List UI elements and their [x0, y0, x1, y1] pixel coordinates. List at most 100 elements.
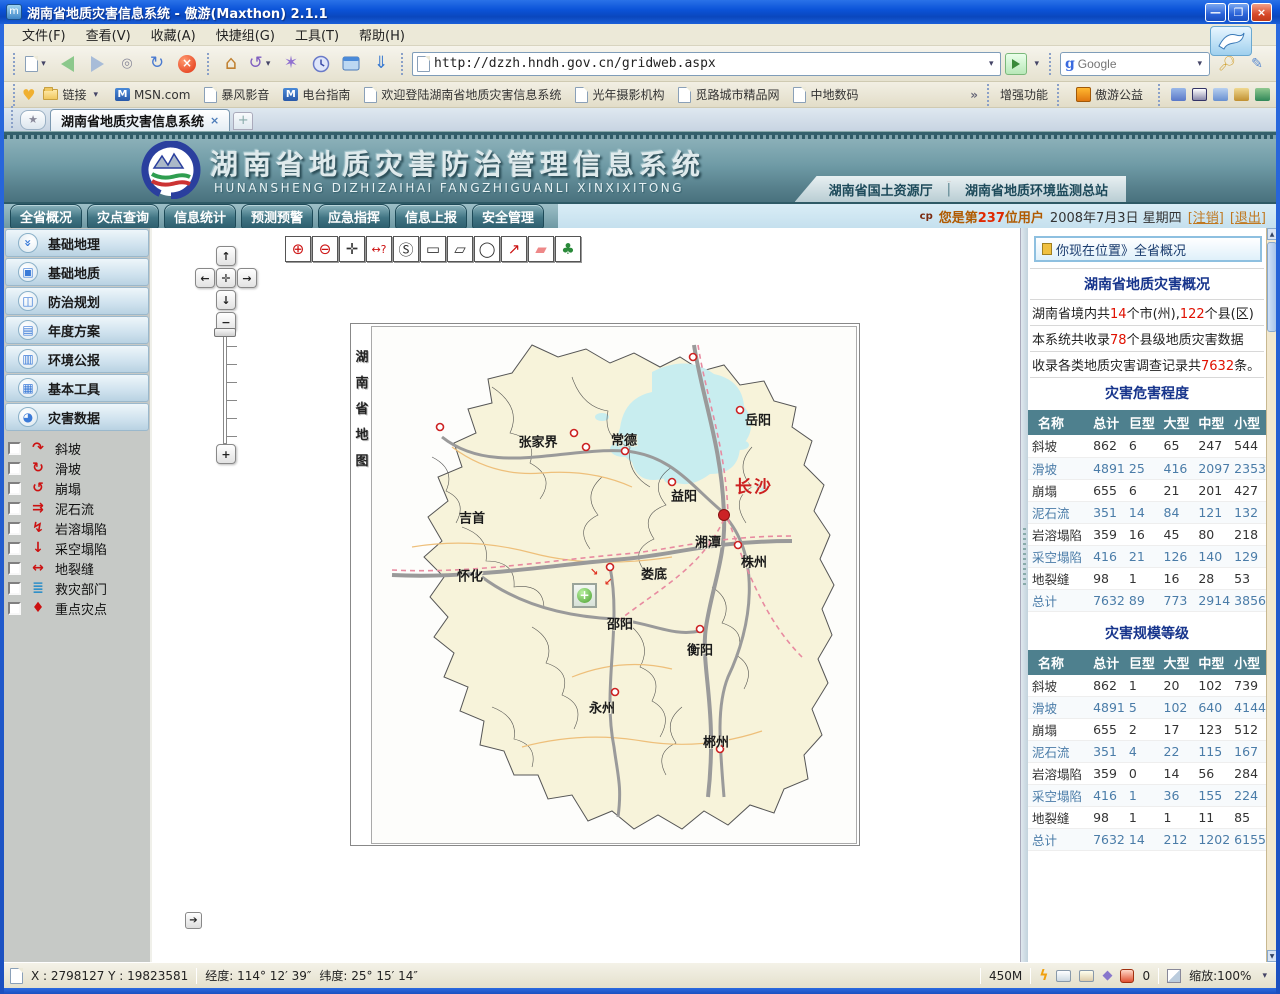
pan-down-button[interactable]: ↓ — [216, 290, 236, 310]
proxy-icon[interactable] — [1056, 970, 1071, 982]
sidebar-item-annual-plan[interactable]: ▤年度方案 — [5, 316, 149, 344]
map-canvas[interactable]: 张家界 吉首 常德 岳阳 益阳 长沙 湘潭 株州 娄底 怀化 邵阳 衡阳 永州 … — [371, 326, 857, 844]
zoom-slider-track[interactable] — [223, 332, 227, 444]
title-bar[interactable]: m 湖南省地质灾害信息系统 - 傲游(Maxthon) 2.1.1 — ❐ × — [0, 0, 1280, 24]
link-msn[interactable]: MMSN.com — [109, 86, 196, 104]
zoom-dropdown-icon[interactable]: ▾ — [1259, 971, 1270, 981]
map-zoom-out-button[interactable]: ⊖ — [312, 236, 338, 262]
link-geo-environment-station[interactable]: 湖南省地质环境监测总站 — [965, 180, 1108, 199]
restore-button[interactable]: ❐ — [1228, 3, 1249, 22]
exit-link[interactable]: [退出] — [1230, 207, 1266, 226]
map-zoom-in-button[interactable]: ⊕ — [285, 236, 311, 262]
overflow-chevron[interactable]: » — [970, 88, 978, 102]
nav-tab[interactable]: 安全管理 — [472, 204, 544, 229]
plus-features-link[interactable]: 增强功能 — [1000, 86, 1048, 103]
map-eraser-button[interactable]: ▰ — [528, 236, 554, 262]
menu-item[interactable]: 快捷组(G) — [206, 23, 285, 46]
link-baofeng[interactable]: 暴风影音 — [198, 84, 275, 105]
page-scrollbar[interactable]: ▲ ▼ — [1266, 228, 1276, 962]
boost-icon[interactable]: ϟ — [1039, 968, 1048, 984]
history-dropdown-button[interactable]: ◎ — [114, 51, 140, 77]
go-button[interactable] — [1005, 53, 1027, 75]
menu-item[interactable]: 工具(T) — [285, 23, 349, 46]
linksbar-grip[interactable] — [13, 84, 17, 106]
charity-link[interactable]: 傲游公益 — [1070, 84, 1149, 105]
map-select-circle-button[interactable]: ◯ — [474, 236, 500, 262]
link-zhongdi[interactable]: 中地数码 — [787, 84, 864, 105]
zoom-slider-handle[interactable] — [214, 328, 236, 337]
layer-checkbox[interactable] — [8, 522, 21, 535]
layer-checkbox[interactable] — [8, 462, 21, 475]
sidebar-item-environment-bulletin[interactable]: ▥环境公报 — [5, 345, 149, 373]
menu-item[interactable]: 收藏(A) — [141, 23, 206, 46]
map-select-polygon-button[interactable]: ▱ — [447, 236, 473, 262]
zoom-in-step-button[interactable]: + — [216, 444, 236, 464]
zoom-level[interactable]: 缩放:100% — [1189, 967, 1251, 984]
brush-icon[interactable] — [1234, 88, 1249, 101]
link-photo[interactable]: 光年摄影机构 — [569, 84, 670, 105]
go-options-icon[interactable]: ▾ — [1031, 59, 1042, 69]
minimize-button[interactable]: — — [1205, 3, 1226, 22]
resize-icon[interactable] — [1167, 969, 1181, 983]
address-dropdown-icon[interactable]: ▾ — [986, 59, 997, 69]
active-tab[interactable]: 湖南省地质灾害信息系统 × — [50, 109, 230, 131]
link-radio[interactable]: M电台指南 — [277, 84, 356, 105]
nav-tab[interactable]: 信息上报 — [395, 204, 467, 229]
toolbar-grip[interactable] — [13, 53, 17, 75]
refresh-button[interactable]: ↻ — [144, 51, 170, 77]
sidebar-item-base-geology[interactable]: ▣基础地质 — [5, 258, 149, 286]
layer-checkbox[interactable] — [8, 602, 21, 615]
map-select-rect-button[interactable]: ▭ — [420, 236, 446, 262]
maxthon-bird-logo[interactable] — [1210, 26, 1252, 56]
layer-checkbox[interactable] — [8, 582, 21, 595]
globe-icon[interactable] — [1255, 88, 1270, 101]
back-button[interactable] — [54, 51, 80, 77]
home-button[interactable]: ⌂ — [218, 51, 244, 77]
layer-checkbox[interactable] — [8, 482, 21, 495]
link-milu[interactable]: 觅路城市精品网 — [672, 84, 785, 105]
sidebar-item-base-geography[interactable]: »基础地理 — [5, 229, 149, 257]
layer-checkbox[interactable] — [8, 542, 21, 555]
popup-blocker-icon[interactable] — [1120, 969, 1134, 983]
window-refresh-button[interactable] — [338, 51, 364, 77]
layer-checkbox[interactable] — [8, 502, 21, 515]
history-clock-button[interactable] — [308, 51, 334, 77]
nav-tab[interactable]: 预测预警 — [241, 204, 313, 229]
pan-center-button[interactable]: ✛ — [216, 268, 236, 288]
stop-button[interactable]: × — [174, 51, 200, 77]
search-input[interactable] — [1078, 57, 1192, 71]
notes-icon[interactable] — [1213, 88, 1228, 101]
favorites-star-button[interactable]: ★ — [20, 110, 46, 130]
phone-icon[interactable] — [1171, 88, 1186, 101]
map-gps-marker-button[interactable]: + — [572, 583, 597, 608]
map-legend-button[interactable]: ♣ — [555, 236, 581, 262]
pan-right-button[interactable]: → — [237, 268, 257, 288]
new-window-icon[interactable] — [1079, 970, 1094, 982]
window-tool-icon[interactable] — [1192, 88, 1207, 101]
download-button[interactable]: ⇓ — [368, 51, 394, 77]
forward-button[interactable] — [84, 51, 110, 77]
menu-item[interactable]: 查看(V) — [76, 23, 141, 46]
map-pan-button[interactable]: ✛ — [339, 236, 365, 262]
magic-wand-button[interactable]: ✶ — [278, 51, 304, 77]
menu-item[interactable]: 文件(F) — [12, 23, 76, 46]
nav-tab[interactable]: 信息统计 — [164, 204, 236, 229]
layer-checkbox[interactable] — [8, 562, 21, 575]
close-button[interactable]: × — [1251, 3, 1272, 22]
sidebar-item-disaster-data[interactable]: ◕灾害数据 — [5, 403, 149, 431]
layer-checkbox[interactable] — [8, 442, 21, 455]
tab-close-icon[interactable]: × — [210, 114, 219, 127]
address-input[interactable] — [434, 56, 982, 71]
sidebar-item-basic-tools[interactable]: ▦基本工具 — [5, 374, 149, 402]
new-tab-button[interactable]: ▾ — [24, 51, 50, 77]
link-land-resources-dept[interactable]: 湖南省国土资源厅 — [829, 180, 933, 199]
link-welcome[interactable]: 欢迎登陆湖南省地质灾害信息系统 — [358, 84, 567, 105]
panel-splitter[interactable] — [1020, 228, 1028, 962]
sidebar-item-prevention-plan[interactable]: ◫防治规划 — [5, 287, 149, 315]
search-box[interactable]: g ▾ — [1060, 52, 1210, 76]
undo-button[interactable]: ↺▾ — [248, 51, 274, 77]
map-scale-button[interactable]: Ⓢ — [393, 236, 419, 262]
filter-icon[interactable]: ◆ — [1102, 968, 1112, 983]
pan-left-button[interactable]: ← — [195, 268, 215, 288]
links-folder[interactable]: 链接▾ — [37, 84, 107, 105]
